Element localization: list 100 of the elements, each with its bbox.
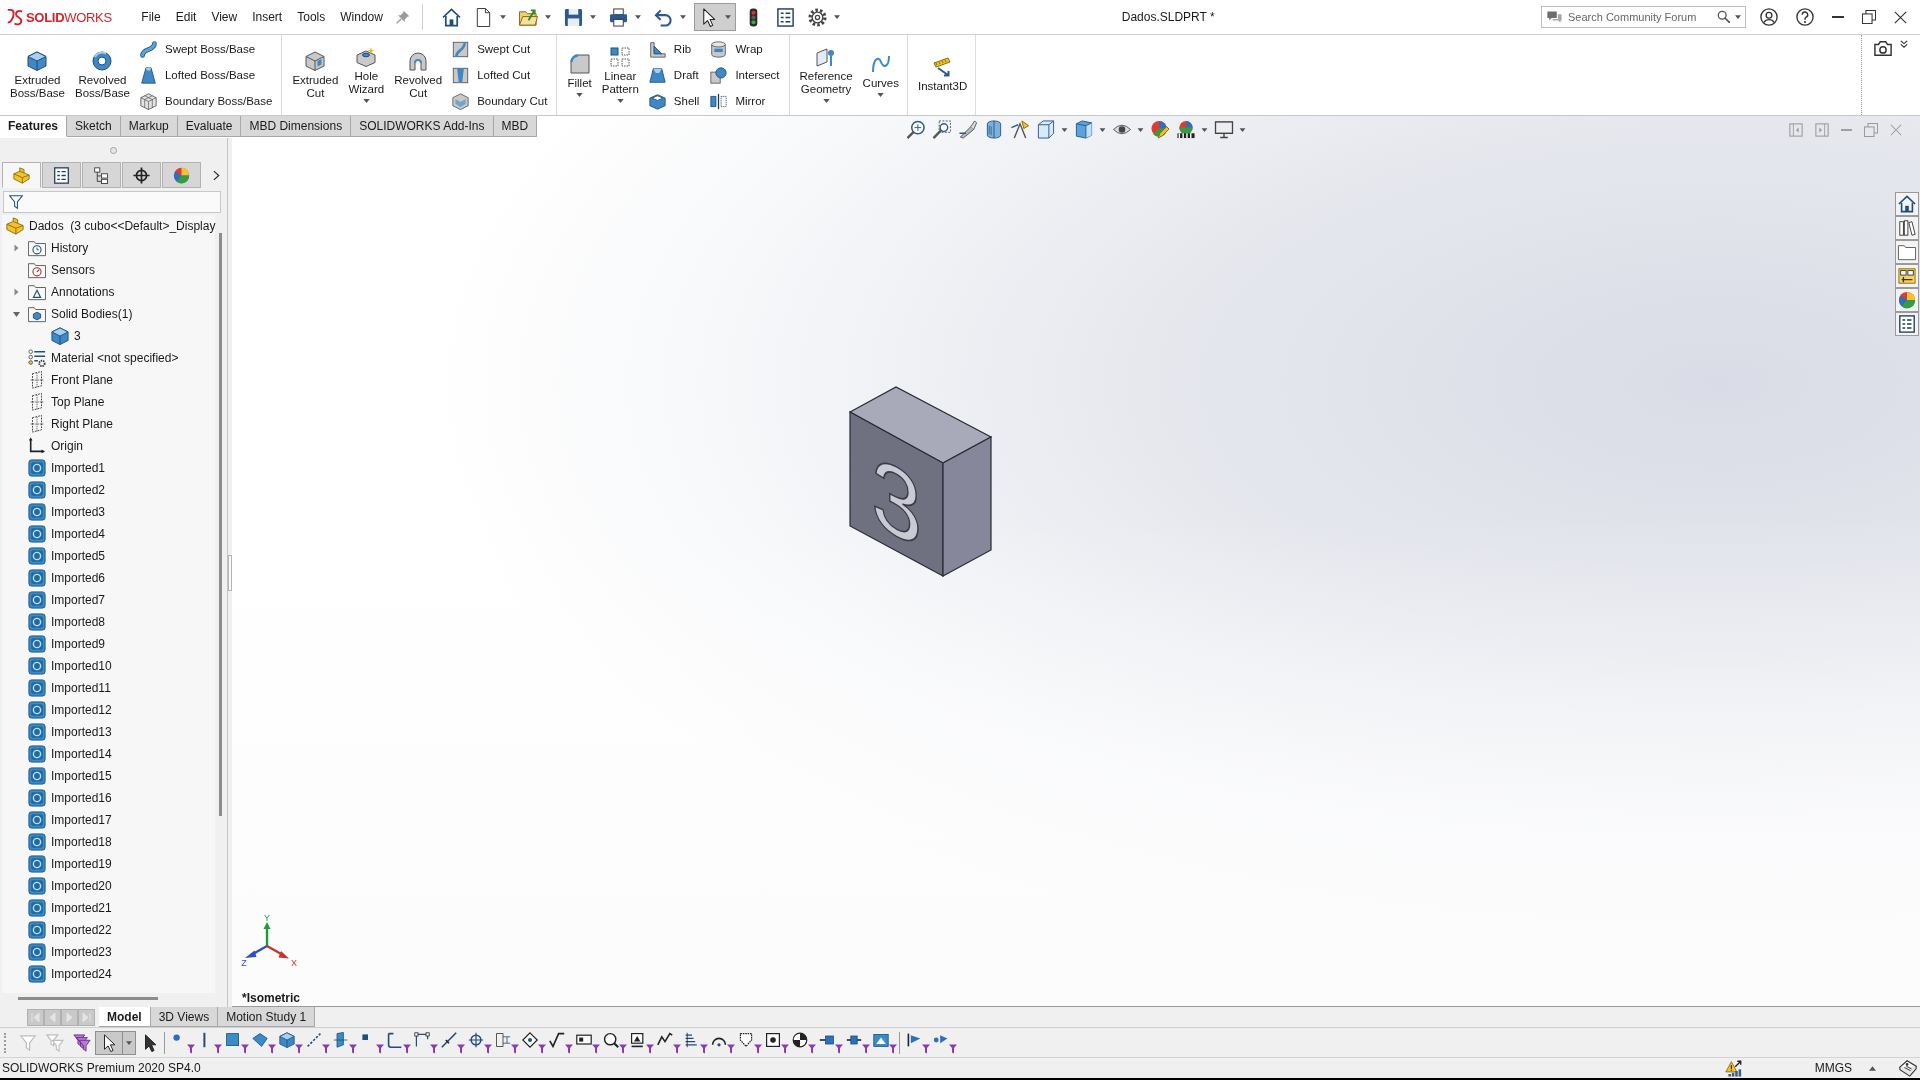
- tree-item[interactable]: Imported5: [51, 549, 106, 563]
- tree-item[interactable]: Origin: [51, 439, 83, 453]
- note-filter-icon[interactable]: [629, 1031, 654, 1054]
- ribbon-button[interactable]: Reference Geometry: [794, 35, 858, 115]
- dimension-filter-icon[interactable]: [494, 1031, 519, 1054]
- menu-item[interactable]: Edit: [168, 5, 204, 29]
- tree-item[interactable]: Imported10: [51, 659, 112, 673]
- command-tab[interactable]: Sketch: [67, 116, 121, 137]
- dot-filter-icon[interactable]: [170, 1031, 195, 1054]
- compass-flag-icon[interactable]: [1010, 120, 1030, 139]
- tree-item[interactable]: Imported3: [51, 505, 106, 519]
- panel-tab[interactable]: [42, 162, 81, 188]
- ribbon-button[interactable]: Linear Pattern: [596, 35, 644, 115]
- stacked-filter-icon[interactable]: [72, 1033, 91, 1052]
- ribbon-button[interactable]: Mirror: [708, 90, 782, 112]
- ribbon-button[interactable]: Shell: [646, 90, 702, 112]
- root-sign-filter-icon[interactable]: [548, 1031, 573, 1054]
- ribbon-button[interactable]: Intersect: [708, 64, 782, 86]
- tag-icon[interactable]: [1899, 1059, 1917, 1077]
- caret-up-icon[interactable]: [1869, 1065, 1876, 1071]
- picture-filter-icon[interactable]: [872, 1031, 897, 1054]
- square-filter-icon[interactable]: [224, 1031, 249, 1054]
- flag-filter-icon[interactable]: [905, 1031, 930, 1054]
- tree-item[interactable]: Imported6: [51, 571, 106, 585]
- corner-filter-icon[interactable]: [386, 1031, 411, 1054]
- target-filter-icon[interactable]: [467, 1031, 492, 1054]
- pen-icon[interactable]: [958, 120, 978, 139]
- tree-item[interactable]: Imported12: [51, 703, 112, 717]
- bottom-tab[interactable]: 3D Views: [150, 1007, 219, 1027]
- ribbon-button[interactable]: Lofted Boss/Base: [137, 64, 275, 86]
- hatch-filter-icon[interactable]: [683, 1031, 708, 1054]
- tree-item[interactable]: Dados (3 cubo<<Default>_Display: [29, 219, 216, 233]
- cube-filter-icon[interactable]: [278, 1031, 303, 1054]
- cube-outline-icon[interactable]: [1036, 120, 1056, 139]
- magnifier-filter-icon[interactable]: [602, 1031, 627, 1054]
- tree-item[interactable]: Imported8: [51, 615, 106, 629]
- home-icon[interactable]: [1895, 192, 1919, 216]
- shield-filter-icon[interactable]: [737, 1031, 762, 1054]
- tree-item[interactable]: Imported13: [51, 725, 112, 739]
- ribbon-button[interactable]: Hole Wizard: [343, 35, 390, 115]
- camera-icon[interactable]: [1874, 40, 1892, 58]
- plane-filter-icon[interactable]: [332, 1031, 357, 1054]
- tree-item[interactable]: Imported22: [51, 923, 112, 937]
- shaded-box-icon[interactable]: [1074, 120, 1094, 139]
- caret-icon[interactable]: [1201, 127, 1208, 132]
- ribbon-button[interactable]: Extruded Boss/Base: [5, 35, 70, 115]
- ribbon-button[interactable]: Lofted Cut: [450, 64, 550, 86]
- command-tab[interactable]: SOLIDWORKS Add-Ins: [351, 116, 494, 137]
- ribbon-button[interactable]: Revolved Boss/Base: [70, 35, 135, 115]
- ribbon-button[interactable]: Curves: [857, 35, 904, 115]
- tree-item[interactable]: Imported19: [51, 857, 112, 871]
- panel-tab[interactable]: [122, 162, 161, 188]
- tree-item[interactable]: Imported20: [51, 879, 112, 893]
- tree-item[interactable]: Imported18: [51, 835, 112, 849]
- tree-item[interactable]: History: [51, 241, 89, 255]
- drag-handle-icon[interactable]: [110, 146, 117, 154]
- user-icon[interactable]: [1760, 8, 1778, 26]
- caret-icon[interactable]: [1099, 127, 1106, 132]
- books-icon[interactable]: [1895, 216, 1919, 240]
- caret-down-icon[interactable]: [12, 311, 20, 317]
- ribbon-button[interactable]: Draft: [646, 64, 702, 86]
- framed-dot-filter-icon[interactable]: [764, 1031, 789, 1054]
- restore-icon[interactable]: [1862, 10, 1876, 24]
- splitter-handle[interactable]: [228, 554, 232, 591]
- ribbon-button[interactable]: Rib: [646, 38, 702, 60]
- tree-item[interactable]: 3: [74, 329, 81, 343]
- tree-item[interactable]: Imported16: [51, 791, 112, 805]
- color-ball-scene-icon[interactable]: [1176, 120, 1196, 139]
- caret-icon[interactable]: [1239, 127, 1246, 132]
- caret-icon[interactable]: [576, 92, 584, 97]
- tree-item[interactable]: Imported21: [51, 901, 112, 915]
- command-tab[interactable]: Evaluate: [177, 116, 242, 137]
- search-field[interactable]: Search Community Forum: [1541, 6, 1746, 28]
- tree-item[interactable]: Imported1: [51, 461, 106, 475]
- tree-item[interactable]: Material <not specified>: [51, 351, 179, 365]
- double-chevron-icon[interactable]: [1900, 40, 1908, 48]
- caret-icon[interactable]: [1061, 127, 1068, 132]
- ribbon-button[interactable]: Extruded Cut: [287, 35, 344, 115]
- bottom-tab[interactable]: Model: [99, 1007, 151, 1027]
- tree-item[interactable]: Imported14: [51, 747, 112, 761]
- scrollbar[interactable]: [18, 997, 158, 1000]
- dashed-line-filter-icon[interactable]: [305, 1031, 330, 1054]
- tree-item[interactable]: Imported11: [51, 681, 111, 695]
- ribbon-button[interactable]: Boundary Boss/Base: [137, 90, 275, 112]
- command-tab[interactable]: MBD: [493, 116, 538, 137]
- caret-icon[interactable]: [1735, 14, 1741, 19]
- tree-item[interactable]: Solid Bodies(1): [51, 307, 133, 321]
- tree-item[interactable]: Imported4: [51, 527, 106, 541]
- warning-bars-icon[interactable]: [1724, 1059, 1742, 1077]
- toolbar-grip[interactable]: [4, 1032, 8, 1053]
- caret-icon[interactable]: [126, 1040, 132, 1045]
- folder-icon[interactable]: [1895, 240, 1919, 264]
- bracket-filter-icon[interactable]: [413, 1031, 438, 1054]
- menu-item[interactable]: View: [203, 5, 245, 29]
- command-tab[interactable]: MBD Dimensions: [241, 116, 352, 137]
- quartered-circle-filter-icon[interactable]: [791, 1031, 816, 1054]
- tree-item[interactable]: Imported17: [51, 813, 112, 827]
- tree-item[interactable]: Sensors: [51, 263, 96, 277]
- caret-icon[interactable]: [822, 99, 830, 103]
- menu-item[interactable]: File: [133, 5, 169, 29]
